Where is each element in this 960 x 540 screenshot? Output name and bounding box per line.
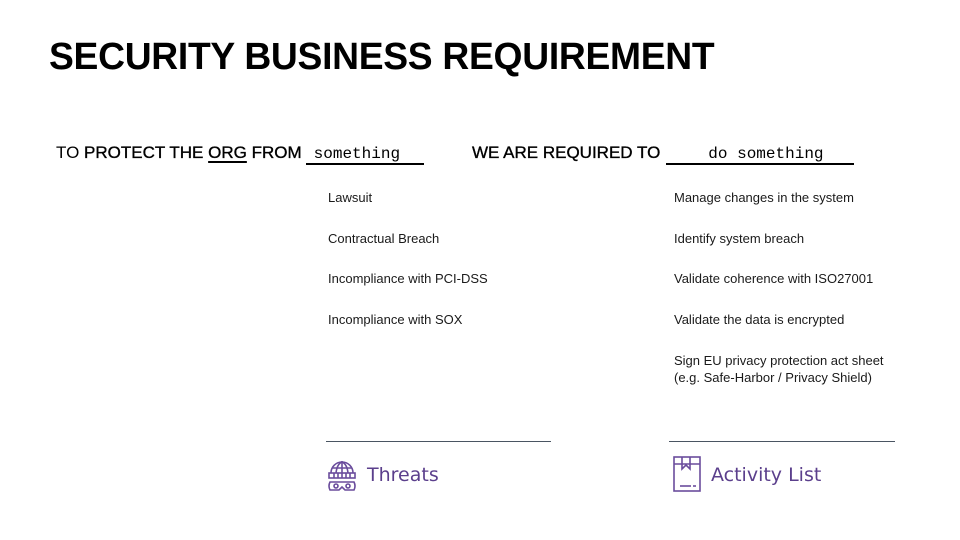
sentence-required-prefix: WE ARE REQUIRED TO — [472, 143, 661, 162]
list-item: Incompliance with SOX — [328, 312, 463, 327]
list-item: Identify system breach — [674, 231, 805, 246]
list-item: Lawsuit — [328, 190, 373, 205]
sentence-to: TO — [56, 143, 80, 162]
threats-label: Threats — [367, 464, 439, 486]
threat-blank-field[interactable]: something — [305, 146, 424, 165]
sentence-protect-the: PROTECT THE — [84, 143, 204, 162]
list-item: (e.g. Safe-Harbor / Privacy Shield) — [674, 370, 872, 385]
activity-blank-field[interactable]: do something — [666, 146, 855, 165]
list-item: Validate coherence with ISO27001 — [674, 271, 874, 286]
protect-sentence: TO PROTECT THE ORG FROM something — [56, 143, 424, 165]
sentence-org: ORG — [208, 143, 247, 162]
activities-divider — [669, 441, 895, 442]
hacker-icon — [327, 459, 357, 500]
activity-list-label: Activity List — [711, 464, 822, 486]
sentence-from: FROM — [251, 143, 302, 162]
list-item: Contractual Breach — [328, 231, 440, 246]
page-title: SECURITY BUSINESS REQUIREMENT — [49, 36, 715, 78]
threats-divider — [326, 441, 551, 442]
box-list-icon — [672, 455, 702, 498]
list-item: Manage changes in the system — [674, 190, 854, 205]
list-item: Sign EU privacy protection act sheet — [674, 353, 884, 368]
list-item: Incompliance with PCI-DSS — [328, 271, 488, 286]
list-item: Validate the data is encrypted — [674, 312, 845, 327]
required-sentence: WE ARE REQUIRED TO do something — [472, 143, 855, 165]
